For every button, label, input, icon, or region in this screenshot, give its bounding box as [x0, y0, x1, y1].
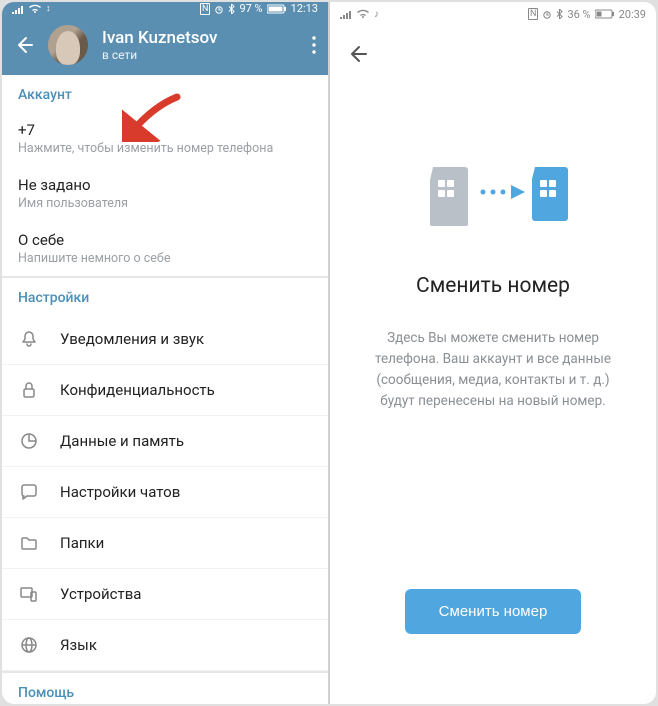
help-section: Помощь: [2, 673, 328, 704]
change-number-screen: ♪ N 36 % 20:39: [330, 2, 656, 704]
settings-row-devices[interactable]: Устройства: [2, 569, 328, 620]
avatar[interactable]: [48, 25, 88, 65]
chat-icon: [18, 481, 40, 503]
bell-icon: [18, 328, 40, 350]
data-icon: [18, 430, 40, 452]
account-section-title: Аккаунт: [18, 87, 312, 103]
account-section: Аккаунт: [2, 75, 328, 111]
sim-illustration-icon: [413, 152, 573, 242]
settings-row-data[interactable]: Данные и память: [2, 416, 328, 467]
battery-text: 36 %: [567, 8, 590, 21]
lock-icon: [18, 379, 40, 401]
time-text: 20:39: [619, 8, 646, 21]
battery-icon: [595, 9, 615, 19]
folder-icon: [18, 532, 40, 554]
alarm-icon: [542, 9, 552, 19]
phone-value: +7: [18, 121, 312, 139]
bio-value: О себе: [18, 231, 312, 249]
bluetooth-icon: [556, 9, 563, 19]
settings-row-notifications[interactable]: Уведомления и звук: [2, 314, 328, 365]
settings-screen: ↕ N 97 % 12:13: [2, 2, 328, 704]
help-section-title: Помощь: [18, 685, 312, 701]
list-item-label: Устройства: [60, 585, 141, 603]
devices-icon: [18, 583, 40, 605]
tiktok-icon: ♪: [374, 9, 379, 20]
globe-icon: [18, 634, 40, 656]
signal-icon: [340, 9, 352, 19]
wifi-icon: [28, 4, 42, 14]
nfc-icon: N: [528, 8, 538, 20]
phone-row[interactable]: +7 Нажмите, чтобы изменить номер телефон…: [2, 111, 328, 166]
username-value: Не задано: [18, 176, 312, 194]
battery-icon: [267, 4, 287, 14]
profile-name: Ivan Kuznetsov: [102, 28, 217, 48]
back-button[interactable]: [14, 35, 34, 55]
profile-header: Ivan Kuznetsov в сети: [2, 15, 328, 75]
menu-button[interactable]: [312, 36, 316, 54]
back-button[interactable]: [346, 43, 368, 65]
settings-row-privacy[interactable]: Конфиденциальность: [2, 365, 328, 416]
settings-row-chat[interactable]: Настройки чатов: [2, 467, 328, 518]
time-text: 12:13: [291, 2, 318, 15]
alarm-icon: [214, 4, 224, 14]
list-item-label: Папки: [60, 534, 104, 552]
settings-row-folders[interactable]: Папки: [2, 518, 328, 569]
bluetooth-icon: [228, 4, 235, 14]
settings-section: Настройки: [2, 278, 328, 314]
bio-row[interactable]: О себе Напишите немного о себе: [2, 221, 328, 276]
list-item-label: Настройки чатов: [60, 483, 180, 501]
statusbar-left: ↕ N 97 % 12:13: [2, 2, 328, 15]
volte-icon: ↕: [46, 3, 51, 14]
header: [330, 26, 656, 82]
list-item-label: Данные и память: [60, 432, 184, 450]
battery-text: 97 %: [239, 2, 262, 15]
settings-section-title: Настройки: [18, 290, 312, 306]
list-item-label: Уведомления и звук: [60, 330, 204, 348]
nfc-icon: N: [200, 3, 210, 15]
page-description: Здесь Вы можете сменить номер телефона. …: [358, 328, 628, 412]
list-item-label: Язык: [60, 636, 97, 654]
username-hint: Имя пользователя: [18, 196, 312, 211]
signal-icon: [12, 4, 24, 14]
list-item-label: Конфиденциальность: [60, 381, 215, 399]
main-content: Сменить номер Здесь Вы можете сменить но…: [330, 82, 656, 704]
settings-row-language[interactable]: Язык: [2, 620, 328, 671]
username-row[interactable]: Не задано Имя пользователя: [2, 166, 328, 221]
page-title: Сменить номер: [416, 274, 570, 298]
statusbar-right: ♪ N 36 % 20:39: [330, 2, 656, 26]
phone-hint: Нажмите, чтобы изменить номер телефона: [18, 141, 312, 156]
wifi-icon: [356, 9, 370, 19]
change-number-button[interactable]: Сменить номер: [405, 589, 582, 634]
profile-status: в сети: [102, 48, 217, 62]
bio-hint: Напишите немного о себе: [18, 251, 312, 266]
